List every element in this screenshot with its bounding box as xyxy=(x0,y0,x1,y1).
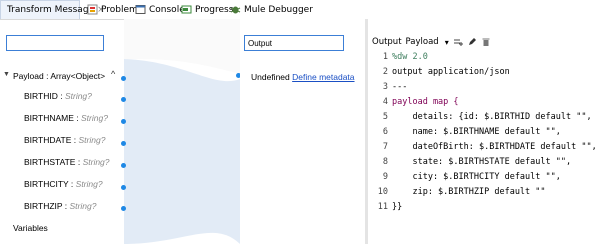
problems-icon xyxy=(87,4,98,15)
tree-root-label: Payload : Array<Object> xyxy=(13,71,106,81)
mapping-canvas[interactable] xyxy=(124,19,240,244)
console-icon xyxy=(135,5,146,14)
connector-dot[interactable] xyxy=(121,76,126,81)
tree-field[interactable]: BIRTHNAME : String? xyxy=(0,113,124,127)
undefined-label: Undefined xyxy=(251,72,290,82)
output-status: Undefined Define metadata xyxy=(251,72,355,82)
tab-label: Mule Debugger xyxy=(244,4,313,15)
connector-dot[interactable] xyxy=(121,119,126,124)
field-name: BIRTHSTATE xyxy=(24,157,76,167)
code-line: details: {id: $.BIRTHID default "", xyxy=(392,112,592,122)
field-name: BIRTHCITY xyxy=(24,179,69,189)
code-line: dateOfBirth: $.BIRTHDATE default "", xyxy=(392,142,597,152)
chevron-down-icon[interactable]: ▾ xyxy=(445,38,449,47)
tab-transform-message[interactable]: Transform Message × xyxy=(0,0,105,19)
collapse-chevron-icon[interactable]: ^ xyxy=(111,69,115,79)
code-line: name: $.BIRTHNAME default "", xyxy=(392,127,561,137)
line-number: 2 xyxy=(382,67,388,77)
line-number: 8 xyxy=(382,157,388,167)
define-metadata-link[interactable]: Define metadata xyxy=(292,72,354,82)
script-editor[interactable]: Output Payload ▾ 1 %dw 2.0 2 output appl… xyxy=(368,19,604,244)
editor-toolbar: Output Payload ▾ xyxy=(372,35,491,49)
delete-trash-icon[interactable] xyxy=(481,37,491,47)
connector-dot[interactable] xyxy=(121,206,126,211)
field-type: String? xyxy=(78,135,106,145)
tree-field[interactable]: BIRTHDATE : String? xyxy=(0,135,124,149)
tree-field[interactable]: BIRTHCITY : String? xyxy=(0,179,124,193)
tab-label: Transform Message xyxy=(7,5,95,15)
field-type: String? xyxy=(69,201,97,211)
tree-root-payload[interactable]: ▼ Payload : Array<Object> ^ xyxy=(0,69,124,84)
tab-progress[interactable]: Progress xyxy=(178,0,233,19)
variables-label: Variables xyxy=(13,223,48,233)
field-type: String? xyxy=(75,179,103,189)
line-number: 4 xyxy=(382,97,388,107)
connector-dot[interactable] xyxy=(121,163,126,168)
field-type: String? xyxy=(64,91,92,101)
debugger-icon xyxy=(230,6,241,14)
mapping-flow-shape xyxy=(124,59,240,244)
code-line: zip: $.BIRTHZIP default "" xyxy=(392,187,546,197)
line-number: 6 xyxy=(382,127,388,137)
code-line: output application/json xyxy=(392,67,510,77)
connector-dot[interactable] xyxy=(121,185,126,190)
tree-field[interactable]: BIRTHZIP : String? xyxy=(0,201,124,215)
add-target-icon[interactable] xyxy=(453,37,463,47)
code-line: --- xyxy=(392,82,408,92)
code-line: %dw 2.0 xyxy=(392,52,428,62)
connector-dot[interactable] xyxy=(121,97,126,102)
input-search-field[interactable] xyxy=(6,35,104,51)
code-line: city: $.BIRTHCITY default "", xyxy=(392,172,561,182)
field-type: String? xyxy=(82,157,110,167)
line-number: 1 xyxy=(382,52,388,62)
code-line: }} xyxy=(392,202,403,212)
field-name: BIRTHZIP xyxy=(24,201,63,211)
output-search-field[interactable] xyxy=(244,35,344,51)
output-label: Output xyxy=(372,37,402,47)
line-number: 10 xyxy=(377,187,388,197)
payload-selector[interactable]: Payload xyxy=(406,37,439,47)
field-name: BIRTHDATE xyxy=(24,135,72,145)
view-tab-bar: Transform Message × Problems Console Pro… xyxy=(0,0,604,20)
code-area[interactable]: 1 %dw 2.0 2 output application/json 3 --… xyxy=(368,52,604,222)
field-name: BIRTHID xyxy=(24,91,58,101)
tree-variables[interactable]: Variables xyxy=(0,223,124,237)
output-panel: Undefined Define metadata xyxy=(240,19,365,244)
tree-field[interactable]: BIRTHSTATE : String? xyxy=(0,157,124,171)
tab-mule-debugger[interactable]: Mule Debugger xyxy=(227,0,313,19)
expand-arrow-icon[interactable]: ▼ xyxy=(3,71,10,78)
line-number: 3 xyxy=(382,82,388,92)
field-type: String? xyxy=(81,113,108,123)
line-number: 9 xyxy=(382,172,388,182)
progress-icon xyxy=(181,5,192,14)
tree-field[interactable]: BIRTHID : String? xyxy=(0,91,124,105)
edit-pencil-icon[interactable] xyxy=(467,37,477,47)
line-number: 11 xyxy=(377,202,388,212)
code-line: payload map { xyxy=(392,97,459,107)
connector-dot[interactable] xyxy=(121,141,126,146)
code-line: state: $.BIRTHSTATE default "", xyxy=(392,157,572,167)
line-number: 5 xyxy=(382,112,388,122)
field-name: BIRTHNAME xyxy=(24,113,74,123)
line-number: 7 xyxy=(382,142,388,152)
input-panel: ▼ Payload : Array<Object> ^ BIRTHID : St… xyxy=(0,19,124,244)
tab-console[interactable]: Console xyxy=(132,0,185,19)
